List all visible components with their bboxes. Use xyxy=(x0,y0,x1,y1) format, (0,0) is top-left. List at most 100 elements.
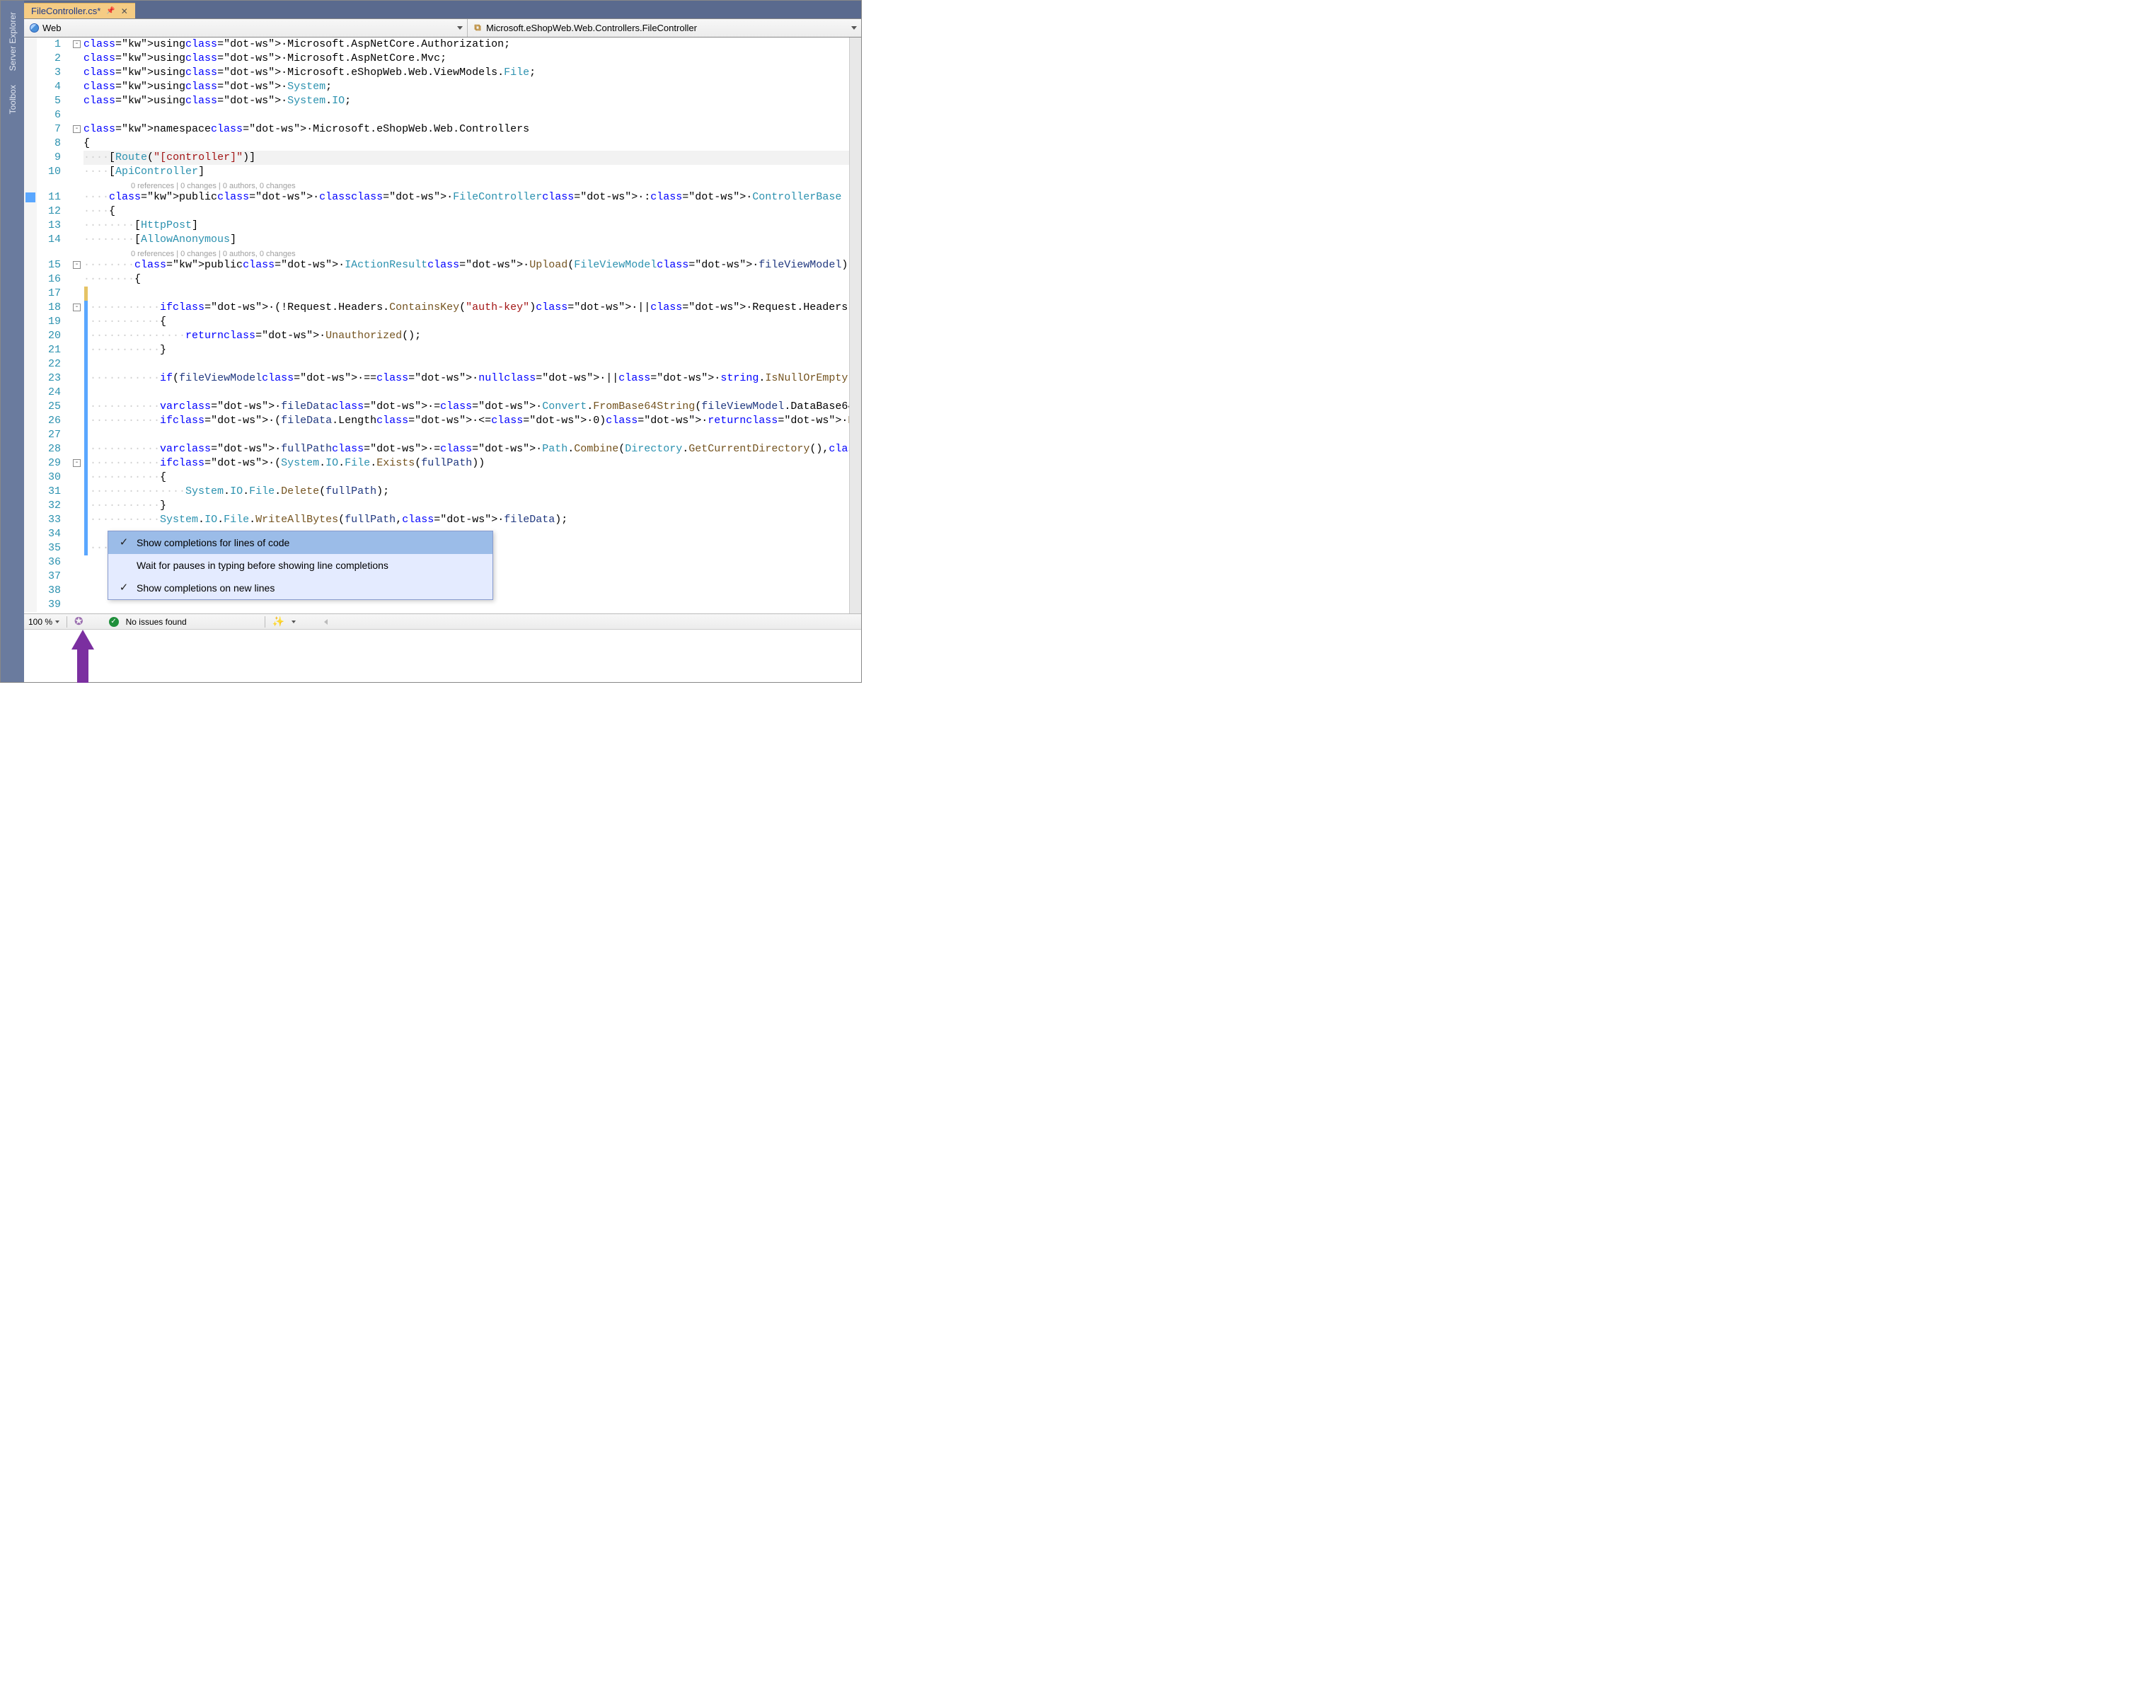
footer-blank xyxy=(24,629,861,682)
change-indicator xyxy=(84,400,88,414)
change-indicator xyxy=(84,471,88,485)
outlining-margin: - - - - - xyxy=(71,37,83,612)
code-editor[interactable]: 1234567891011121314151617181920212223242… xyxy=(24,37,861,613)
codelens[interactable]: 0 references | 0 changes | 0 authors, 0 … xyxy=(83,179,296,190)
change-indicator xyxy=(84,499,88,513)
line-number: 38 xyxy=(37,584,61,598)
line-number: 18 xyxy=(37,301,61,315)
code-line[interactable]: class="kw">usingclass="dot-ws">·System; xyxy=(83,80,849,94)
change-indicator xyxy=(84,343,88,357)
code-line[interactable] xyxy=(83,287,849,301)
fold-toggle[interactable]: - xyxy=(73,304,81,311)
line-number: 5 xyxy=(37,94,61,108)
chevron-down-icon xyxy=(55,621,59,623)
code-line[interactable]: ············ifclass="dot-ws">·(System.IO… xyxy=(83,456,849,471)
change-indicator xyxy=(84,541,88,555)
zoom-dropdown[interactable]: 100 % xyxy=(28,617,59,627)
fold-toggle[interactable]: - xyxy=(73,459,81,467)
document-tab-row: FileController.cs* 📌 ✕ xyxy=(24,1,861,18)
line-number: 23 xyxy=(37,371,61,386)
line-number: 37 xyxy=(37,570,61,584)
fold-toggle[interactable]: - xyxy=(73,40,81,48)
fold-toggle[interactable]: - xyxy=(73,125,81,133)
code-line[interactable]: class="kw">usingclass="dot-ws">·Microsof… xyxy=(83,66,849,80)
bookmark-icon[interactable] xyxy=(25,192,35,202)
line-number: 28 xyxy=(37,442,61,456)
popup-menu-item[interactable]: ✓Show completions for lines of code xyxy=(108,531,492,554)
code-line[interactable]: ············} xyxy=(83,343,849,357)
line-number: 33 xyxy=(37,513,61,527)
popup-item-label: Show completions for lines of code xyxy=(137,536,289,550)
change-indicator xyxy=(84,371,88,386)
code-line[interactable] xyxy=(83,428,849,442)
code-line[interactable]: ················System.IO.File.Delete(fu… xyxy=(83,485,849,499)
side-tab-toolbox[interactable]: Toolbox xyxy=(6,79,19,120)
code-line[interactable] xyxy=(83,598,849,612)
code-line[interactable]: ············{ xyxy=(83,315,849,329)
code-line[interactable]: ········[HttpPost] xyxy=(83,219,849,233)
code-line[interactable]: ········[AllowAnonymous] xyxy=(83,233,849,247)
check-icon: ✓ xyxy=(111,536,137,550)
change-indicator xyxy=(84,315,88,329)
line-number: 30 xyxy=(37,471,61,485)
code-line[interactable]: ············ifclass="dot-ws">·(!Request.… xyxy=(83,301,849,315)
cleanup-icon[interactable]: ✨ xyxy=(272,616,284,628)
line-number: 35 xyxy=(37,541,61,555)
fold-toggle[interactable]: - xyxy=(73,261,81,269)
change-indicator xyxy=(84,485,88,499)
code-line[interactable]: ············{ xyxy=(83,471,849,485)
side-tab-server-explorer[interactable]: Server Explorer xyxy=(6,6,19,76)
code-line[interactable]: class="kw">namespaceclass="dot-ws">·Micr… xyxy=(83,122,849,137)
code-line[interactable]: ········class="kw">publicclass="dot-ws">… xyxy=(83,258,849,272)
change-indicator xyxy=(84,456,88,471)
code-line[interactable] xyxy=(83,108,849,122)
intellicode-popup-menu: ✓Show completions for lines of code Wait … xyxy=(108,531,493,600)
annotation-arrow xyxy=(70,630,96,683)
type-scope-dropdown[interactable]: ⧉ Microsoft.eShopWeb.Web.Controllers.Fil… xyxy=(468,19,861,37)
change-indicator xyxy=(84,357,88,371)
code-line[interactable]: class="kw">usingclass="dot-ws">·System.I… xyxy=(83,94,849,108)
code-line[interactable]: ············if(fileViewModelclass="dot-w… xyxy=(83,371,849,386)
pin-icon[interactable]: 📌 xyxy=(106,7,115,15)
code-line[interactable]: ············varclass="dot-ws">·fileDatac… xyxy=(83,400,849,414)
code-line[interactable]: ····class="kw">publicclass="dot-ws">·cla… xyxy=(83,190,849,204)
code-line[interactable]: ············ifclass="dot-ws">·(fileData.… xyxy=(83,414,849,428)
change-indicator xyxy=(84,386,88,400)
code-line[interactable] xyxy=(83,357,849,371)
line-number: 9 xyxy=(37,151,61,165)
popup-menu-item[interactable]: ✓Show completions on new lines xyxy=(108,577,492,599)
line-number: 32 xyxy=(37,499,61,513)
popup-item-label: Wait for pauses in typing before showing… xyxy=(137,558,388,572)
line-number: 8 xyxy=(37,137,61,151)
code-line[interactable]: { xyxy=(83,137,849,151)
code-content[interactable]: class="kw">usingclass="dot-ws">·Microsof… xyxy=(83,37,849,612)
code-line[interactable]: class="kw">usingclass="dot-ws">·Microsof… xyxy=(83,37,849,52)
code-line[interactable]: ········{ xyxy=(83,272,849,287)
issues-label: No issues found xyxy=(126,617,187,627)
code-line[interactable]: ············varclass="dot-ws">·fullPathc… xyxy=(83,442,849,456)
project-scope-dropdown[interactable]: Web xyxy=(24,19,468,37)
globe-icon xyxy=(28,23,40,34)
codelens[interactable]: 0 references | 0 changes | 0 authors, 0 … xyxy=(83,247,296,258)
line-number: 12 xyxy=(37,204,61,219)
change-indicator xyxy=(84,287,88,301)
code-line[interactable]: ············System.IO.File.WriteAllBytes… xyxy=(83,513,849,527)
code-line[interactable]: ············} xyxy=(83,499,849,513)
change-indicator xyxy=(84,329,88,343)
line-number: 26 xyxy=(37,414,61,428)
code-line[interactable]: ················returnclass="dot-ws">·Un… xyxy=(83,329,849,343)
code-line[interactable]: ····{ xyxy=(83,204,849,219)
code-line[interactable] xyxy=(83,386,849,400)
line-number: 25 xyxy=(37,400,61,414)
close-icon[interactable]: ✕ xyxy=(121,6,128,16)
popup-menu-item[interactable]: Wait for pauses in typing before showing… xyxy=(108,554,492,577)
vertical-scrollbar[interactable] xyxy=(849,37,861,613)
nav-back-icon[interactable] xyxy=(324,619,328,625)
code-line[interactable]: class="kw">usingclass="dot-ws">·Microsof… xyxy=(83,52,849,66)
document-tab[interactable]: FileController.cs* 📌 ✕ xyxy=(24,3,135,18)
intellicode-icon[interactable]: ✪ xyxy=(74,616,83,627)
code-line[interactable]: ····[ApiController] xyxy=(83,165,849,179)
code-line[interactable]: ····[Route("[controller]")] xyxy=(83,151,849,165)
zoom-value: 100 % xyxy=(28,617,52,627)
line-number: 29 xyxy=(37,456,61,471)
